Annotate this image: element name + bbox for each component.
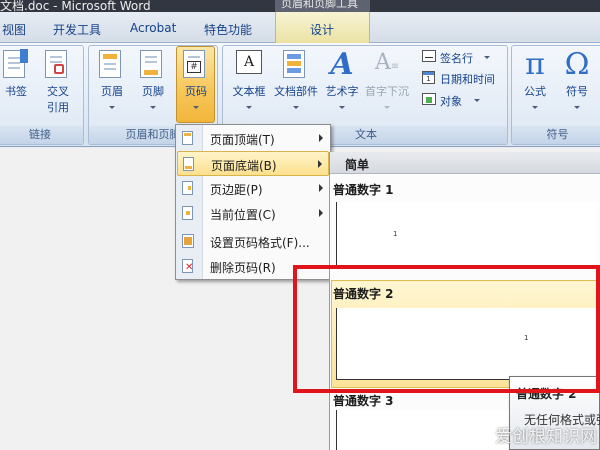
header-button[interactable]: 页眉 xyxy=(92,48,132,118)
submenu-arrow-icon xyxy=(319,209,323,217)
cross-reference-label-1: 交叉 xyxy=(47,85,69,98)
menu-item-page-bottom[interactable]: 页面底端(B) xyxy=(177,151,329,176)
menu-item-page-margin[interactable]: 页边距(P) xyxy=(177,176,329,201)
menu-item-label: 当前位置(C) xyxy=(210,208,276,222)
pi-icon: π xyxy=(519,50,551,80)
object-dropdown-icon xyxy=(474,99,480,102)
tab-design[interactable]: 设计 xyxy=(310,21,334,38)
textbox-label: 文本框 xyxy=(232,85,266,98)
pi-glyph: π xyxy=(525,47,545,82)
signature-line-label: 签名行 xyxy=(440,52,473,65)
cross-reference-icon xyxy=(45,50,71,80)
drop-cap-button: A≡ 首字下沉 xyxy=(365,48,409,118)
tab-developer[interactable]: 开发工具 xyxy=(53,21,101,38)
gallery-item-title-1: 普通数字 1 xyxy=(333,183,394,197)
menu-item-current-position[interactable]: 当前位置(C) xyxy=(177,201,329,226)
menu-item-format-page-numbers[interactable]: 设置页码格式(F)... xyxy=(177,229,329,254)
page-number-icon: # xyxy=(183,50,209,80)
watermark: 爱创根知识网 xyxy=(470,422,597,447)
object-icon xyxy=(422,93,436,107)
page-number-label: 页码 xyxy=(185,85,207,98)
omega-glyph: Ω xyxy=(564,47,590,82)
date-time-button[interactable]: 1 日期和时间 xyxy=(422,69,508,87)
footer-icon xyxy=(140,50,166,80)
gallery-item-title-3: 普通数字 3 xyxy=(333,394,394,408)
page-top-icon xyxy=(182,131,196,145)
page-number-dropdown-icon xyxy=(193,106,199,109)
formula-button[interactable]: π 公式 xyxy=(515,48,555,118)
gallery-section-header: 简单 xyxy=(330,152,600,174)
header-icon xyxy=(99,50,125,80)
annotation-highlight-box xyxy=(293,265,600,393)
menu-item-page-top[interactable]: 页面顶端(T) xyxy=(177,126,329,151)
omega-icon: Ω xyxy=(561,50,593,80)
header-dropdown-icon xyxy=(109,106,115,109)
object-button[interactable]: 对象 xyxy=(422,91,502,109)
remove-page-numbers-icon: ✕ xyxy=(182,259,196,273)
symbols-group-label: 符号 xyxy=(512,126,600,144)
page-bottom-icon xyxy=(183,157,197,171)
submenu-arrow-icon xyxy=(319,134,323,142)
wordart-button[interactable]: A 艺术字 xyxy=(322,48,362,118)
title-bar: 文档.doc - Microsoft Word 页眉和页脚工具 xyxy=(0,0,600,12)
current-position-icon xyxy=(182,206,196,220)
watermark-logo-icon xyxy=(470,429,492,445)
gallery-item-plain-number-1[interactable]: 1 xyxy=(336,202,598,266)
window-title: 文档.doc - Microsoft Word xyxy=(0,0,151,12)
menu-item-label: 设置页码格式(F)... xyxy=(210,236,310,250)
textbox-dropdown-icon xyxy=(246,106,252,109)
date-time-label: 日期和时间 xyxy=(440,73,495,86)
quick-parts-icon xyxy=(283,50,309,80)
tab-view[interactable]: 视图 xyxy=(2,21,26,38)
signature-line-button[interactable]: 签名行 xyxy=(422,48,502,66)
cross-reference-label-2: 引用 xyxy=(47,101,69,114)
bookmark-button[interactable]: 书签 xyxy=(0,48,36,118)
tab-design-context[interactable]: 设计 xyxy=(275,12,370,43)
submenu-arrow-icon xyxy=(319,184,323,192)
context-tools-title: 页眉和页脚工具 xyxy=(275,0,370,12)
page-margin-icon xyxy=(182,181,196,195)
menu-item-label: 页边距(P) xyxy=(210,183,263,197)
quick-parts-button[interactable]: 文档部件 xyxy=(274,48,318,118)
links-group-label: 链接 xyxy=(0,126,83,144)
menu-item-label: 页面底端(B) xyxy=(211,159,277,173)
formula-dropdown-icon xyxy=(532,106,538,109)
symbol-label: 符号 xyxy=(566,85,588,98)
footer-dropdown-icon xyxy=(150,106,156,109)
drop-cap-label: 首字下沉 xyxy=(365,85,409,98)
format-page-numbers-icon xyxy=(182,234,196,248)
tab-acrobat[interactable]: Acrobat xyxy=(130,21,176,35)
textbox-icon: A xyxy=(236,50,262,80)
gallery-section-title: 简单 xyxy=(345,158,370,172)
menu-item-label: 删除页码(R) xyxy=(210,261,276,275)
cross-reference-button[interactable]: 交叉 引用 xyxy=(38,48,78,118)
tab-special-features[interactable]: 特色功能 xyxy=(204,21,252,38)
drop-cap-icon: A≡ xyxy=(374,50,400,75)
wordart-dropdown-icon xyxy=(339,106,345,109)
signature-dropdown-icon xyxy=(484,56,490,59)
wordart-icon: A xyxy=(330,47,354,82)
textbox-button[interactable]: A 文本框 xyxy=(229,48,269,118)
gallery-sample-number: 1 xyxy=(393,230,398,238)
watermark-text: 爱创根知识网 xyxy=(495,427,597,447)
footer-label: 页脚 xyxy=(142,85,164,98)
quick-parts-dropdown-icon xyxy=(293,106,299,109)
symbol-dropdown-icon xyxy=(574,106,580,109)
footer-button[interactable]: 页脚 xyxy=(133,48,173,118)
drop-cap-dropdown-icon xyxy=(384,106,390,109)
bookmark-icon xyxy=(3,49,29,80)
quick-parts-label: 文档部件 xyxy=(274,85,318,98)
page-number-menu: 页面顶端(T) 页面底端(B) 页边距(P) 当前位置(C) 设置页码格式(F)… xyxy=(175,124,331,280)
object-label: 对象 xyxy=(440,95,462,108)
submenu-arrow-icon xyxy=(318,160,322,168)
signature-line-icon xyxy=(422,50,436,64)
wordart-label: 艺术字 xyxy=(325,85,359,98)
formula-label: 公式 xyxy=(524,85,546,98)
menu-item-label: 页面顶端(T) xyxy=(210,133,275,147)
page-number-button[interactable]: # 页码 xyxy=(176,48,216,118)
calendar-icon: 1 xyxy=(422,71,436,85)
symbol-button[interactable]: Ω 符号 xyxy=(557,48,597,118)
